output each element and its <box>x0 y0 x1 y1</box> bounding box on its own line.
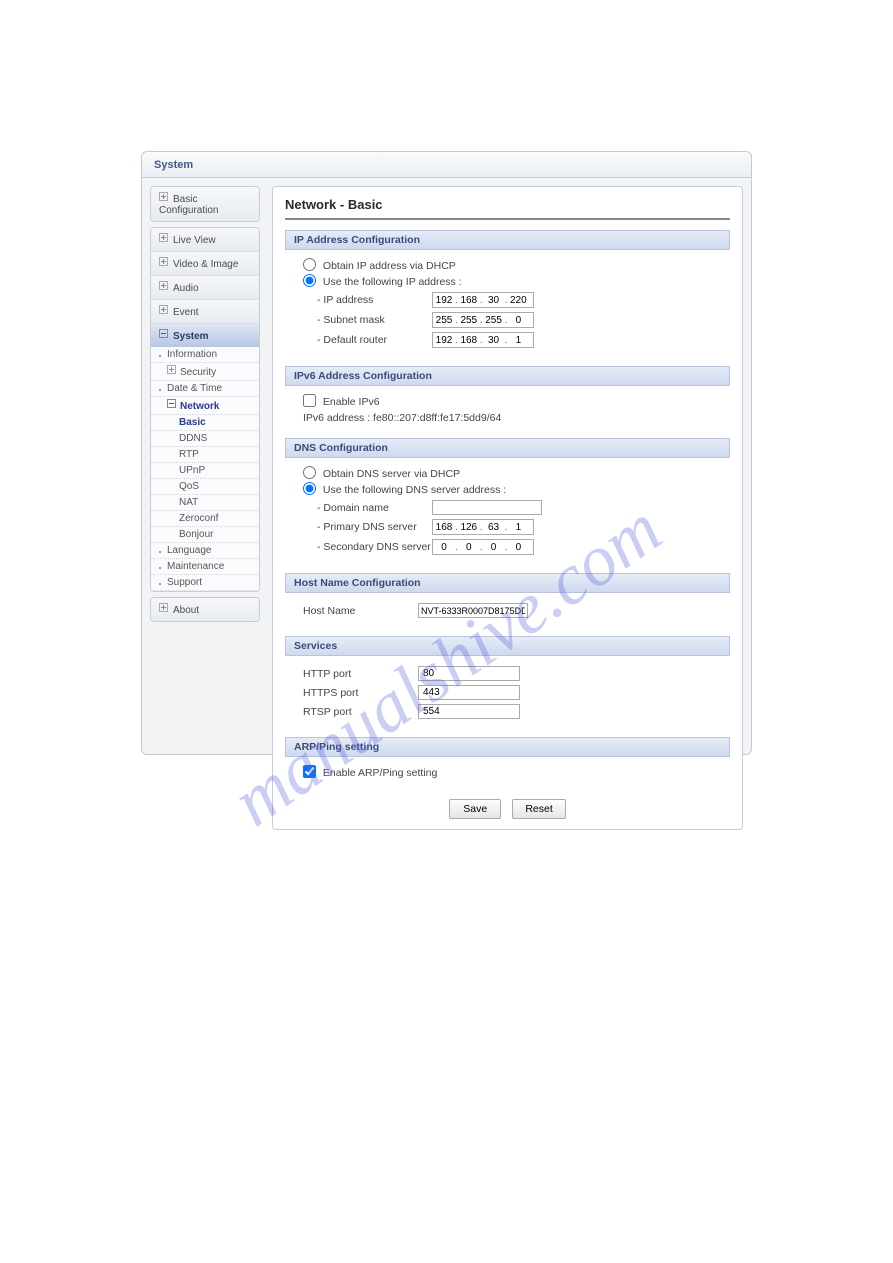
window-title: System <box>142 152 751 178</box>
ipv6-address-line: IPv6 address : fe80::207:d8ff:fe17:5dd9/… <box>303 412 726 424</box>
subitem-network[interactable]: Network <box>151 397 259 415</box>
primary-dns-label: - Primary DNS server <box>317 521 432 533</box>
radio-ip-dhcp-label: Obtain IP address via DHCP <box>323 260 456 272</box>
net-sub-nat[interactable]: NAT <box>151 495 259 511</box>
section-ip-header: IP Address Configuration <box>285 230 730 250</box>
ip-address-label: - IP address <box>317 294 432 306</box>
subnet-oct-2[interactable] <box>458 313 480 327</box>
subnet-input: . . . <box>432 312 534 328</box>
radio-dns-dhcp-label: Obtain DNS server via DHCP <box>323 468 460 480</box>
sidebar-item-event[interactable]: Event <box>151 299 259 323</box>
secondary-dns-label: - Secondary DNS server <box>317 541 432 553</box>
net-sub-zeroconf[interactable]: Zeroconf <box>151 511 259 527</box>
http-port-input[interactable] <box>418 666 520 681</box>
subnet-oct-4[interactable] <box>507 313 529 327</box>
radio-dns-static[interactable] <box>303 482 316 495</box>
radio-ip-static-label: Use the following IP address : <box>323 276 462 288</box>
domain-name-input[interactable] <box>432 500 542 515</box>
sidebar-item-audio[interactable]: Audio <box>151 275 259 299</box>
net-sub-upnp[interactable]: UPnP <box>151 463 259 479</box>
primary-dns-input: . . . <box>432 519 534 535</box>
router-oct-2[interactable] <box>458 333 480 347</box>
pdns-oct-2[interactable] <box>458 520 480 534</box>
subitem-maintenance[interactable]: Maintenance <box>151 559 259 575</box>
subnet-oct-3[interactable] <box>483 313 505 327</box>
reset-button[interactable]: Reset <box>512 799 565 819</box>
net-sub-basic[interactable]: Basic <box>151 415 259 431</box>
secondary-dns-input: . . . <box>432 539 534 555</box>
ip-oct-4[interactable] <box>507 293 529 307</box>
sidebar-item-live-view[interactable]: Live View <box>151 228 259 251</box>
main-content: Network - Basic IP Address Configuration… <box>272 186 743 830</box>
router-label: - Default router <box>317 334 432 346</box>
section-services-header: Services <box>285 636 730 656</box>
ip-oct-1[interactable] <box>433 293 455 307</box>
pdns-oct-3[interactable] <box>483 520 505 534</box>
rtsp-port-label: RTSP port <box>303 706 418 718</box>
sidebar: Basic Configuration Live View Video & Im… <box>150 186 260 830</box>
net-sub-qos[interactable]: QoS <box>151 479 259 495</box>
domain-name-label: - Domain name <box>317 502 432 514</box>
https-port-label: HTTPS port <box>303 687 418 699</box>
checkbox-enable-arp[interactable] <box>303 765 316 778</box>
subitem-information[interactable]: Information <box>151 347 259 363</box>
radio-ip-dhcp[interactable] <box>303 258 316 271</box>
sidebar-item-basic-config[interactable]: Basic Configuration <box>151 187 259 221</box>
ip-address-input: . . . <box>432 292 534 308</box>
sidebar-item-video-image[interactable]: Video & Image <box>151 251 259 275</box>
sidebar-item-system[interactable]: System <box>151 323 259 347</box>
subnet-label: - Subnet mask <box>317 314 432 326</box>
subitem-date-time[interactable]: Date & Time <box>151 381 259 397</box>
http-port-label: HTTP port <box>303 668 418 680</box>
net-sub-ddns[interactable]: DDNS <box>151 431 259 447</box>
router-oct-3[interactable] <box>483 333 505 347</box>
section-dns-header: DNS Configuration <box>285 438 730 458</box>
sdns-oct-2[interactable] <box>458 540 480 554</box>
router-input: . . . <box>432 332 534 348</box>
ip-oct-3[interactable] <box>483 293 505 307</box>
page-title: Network - Basic <box>285 197 730 220</box>
section-arp-header: ARP/Ping setting <box>285 737 730 757</box>
sdns-oct-3[interactable] <box>483 540 505 554</box>
sidebar-item-about[interactable]: About <box>151 598 259 621</box>
subitem-support[interactable]: Support <box>151 575 259 591</box>
enable-arp-label: Enable ARP/Ping setting <box>323 767 437 779</box>
https-port-input[interactable] <box>418 685 520 700</box>
pdns-oct-1[interactable] <box>433 520 455 534</box>
save-button[interactable]: Save <box>449 799 501 819</box>
router-oct-4[interactable] <box>507 333 529 347</box>
enable-ipv6-label: Enable IPv6 <box>323 396 380 408</box>
system-subtree: Information Security Date & Time Network… <box>151 347 259 591</box>
checkbox-enable-ipv6[interactable] <box>303 394 316 407</box>
radio-ip-static[interactable] <box>303 274 316 287</box>
sdns-oct-4[interactable] <box>507 540 529 554</box>
hostname-input[interactable] <box>418 603 528 618</box>
rtsp-port-input[interactable] <box>418 704 520 719</box>
section-ipv6-header: IPv6 Address Configuration <box>285 366 730 386</box>
subitem-language[interactable]: Language <box>151 543 259 559</box>
sdns-oct-1[interactable] <box>433 540 455 554</box>
ip-oct-2[interactable] <box>458 293 480 307</box>
section-hostname-header: Host Name Configuration <box>285 573 730 593</box>
hostname-label: Host Name <box>303 605 418 617</box>
net-sub-rtp[interactable]: RTP <box>151 447 259 463</box>
subnet-oct-1[interactable] <box>433 313 455 327</box>
radio-dns-static-label: Use the following DNS server address : <box>323 484 506 496</box>
radio-dns-dhcp[interactable] <box>303 466 316 479</box>
router-oct-1[interactable] <box>433 333 455 347</box>
net-sub-bonjour[interactable]: Bonjour <box>151 527 259 543</box>
subitem-security[interactable]: Security <box>151 363 259 381</box>
pdns-oct-4[interactable] <box>507 520 529 534</box>
settings-window: System Basic Configuration Live View Vid… <box>141 151 752 755</box>
